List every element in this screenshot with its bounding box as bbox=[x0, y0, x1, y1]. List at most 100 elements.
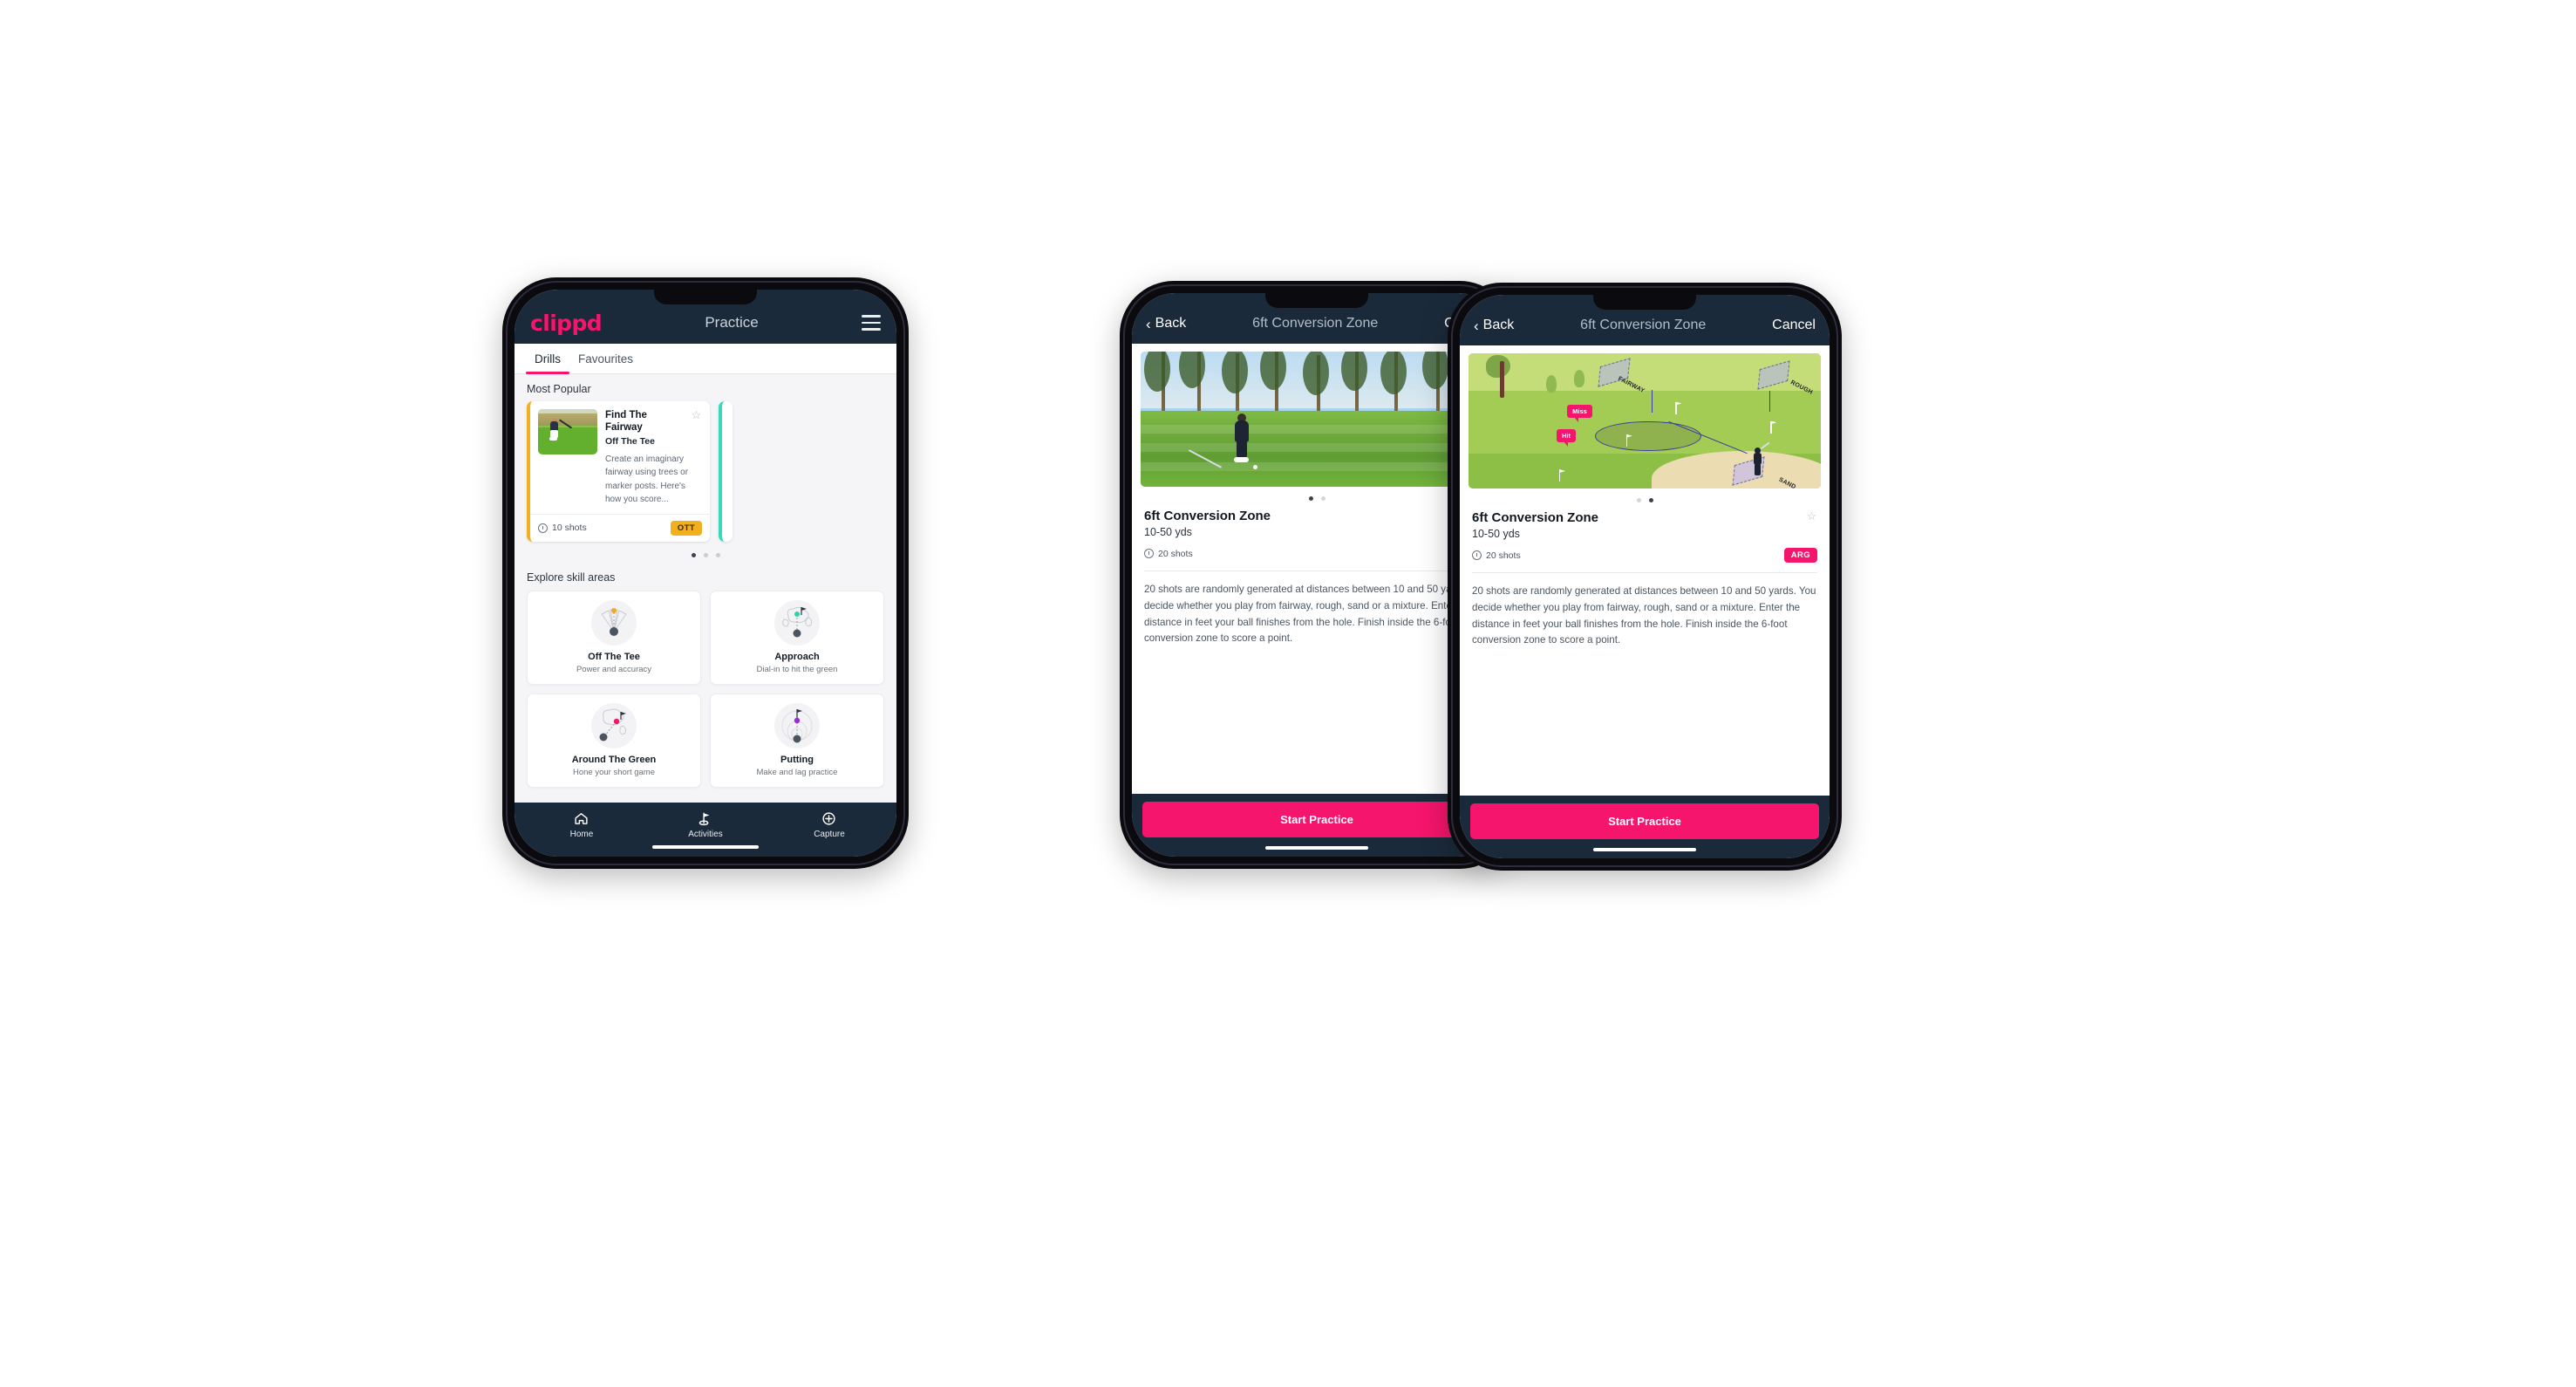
navbar-title: 6ft Conversion Zone bbox=[1252, 316, 1379, 331]
drill-description: Create an imaginary fairway using trees … bbox=[605, 454, 689, 505]
drill-meta: 6ft Conversion Zone 10-50 yds ☆ 20 shots… bbox=[1132, 503, 1502, 561]
skill-card-putting[interactable]: Putting Make and lag practice bbox=[710, 693, 884, 788]
shot-count-label: 20 shots bbox=[1486, 550, 1521, 561]
tab-label: Home bbox=[569, 830, 594, 839]
phone-notch bbox=[654, 290, 757, 304]
clock-icon bbox=[1144, 549, 1154, 558]
back-button[interactable]: ‹ Back bbox=[1146, 316, 1186, 331]
hero-dot-1[interactable] bbox=[1636, 498, 1641, 502]
shot-count-label: 20 shots bbox=[1158, 548, 1193, 559]
drill-hero-illustration[interactable]: FAIRWAY ROUGH SAND Miss Hit bbox=[1469, 353, 1821, 489]
carousel-dot-3[interactable] bbox=[715, 552, 720, 557]
most-popular-heading: Most Popular bbox=[527, 383, 591, 395]
drill-detail-description: 20 shots are randomly generated at dista… bbox=[1472, 585, 1816, 646]
explore-skill-areas-heading: Explore skill areas bbox=[527, 571, 616, 584]
navbar-title: 6ft Conversion Zone bbox=[1580, 318, 1707, 332]
drill-card-info: Find The Fairway Off The Tee ☆ Create an… bbox=[605, 409, 702, 507]
chip-green-icon bbox=[591, 702, 637, 748]
phone-notch bbox=[1265, 293, 1368, 308]
phone-notch bbox=[1593, 295, 1696, 310]
tab-activities[interactable]: Activities bbox=[644, 810, 767, 839]
cta-footer: Start Practice bbox=[1132, 794, 1502, 857]
drill-title: Find The Fairway bbox=[605, 410, 647, 434]
tab-drills[interactable]: Drills bbox=[526, 344, 569, 374]
chevron-left-icon: ‹ bbox=[1474, 317, 1479, 334]
most-popular-carousel[interactable]: Find The Fairway Off The Tee ☆ Create an… bbox=[515, 401, 896, 542]
skill-area-grid: Off The Tee Power and accuracy Approach … bbox=[515, 590, 896, 788]
hero-dot-2[interactable] bbox=[1648, 498, 1653, 502]
tab-label: Activities bbox=[688, 830, 723, 839]
carousel-dot-2[interactable] bbox=[703, 552, 708, 557]
hero-dot-1[interactable] bbox=[1308, 496, 1313, 501]
screenshot-canvas: clippd Practice Drills Favourites Most P… bbox=[0, 0, 2576, 1387]
phone2-screen: ‹ Back 6ft Conversion Zone Cancel bbox=[1132, 293, 1502, 857]
tab-label: Capture bbox=[814, 830, 845, 839]
phone-mockup-drill-detail-diagram: ‹ Back 6ft Conversion Zone Cancel FAIRWA… bbox=[1448, 283, 1842, 871]
plus-circle-icon bbox=[821, 810, 836, 826]
shot-count: 20 shots bbox=[1144, 549, 1193, 559]
star-outline-icon[interactable]: ☆ bbox=[1806, 510, 1817, 522]
back-label: Back bbox=[1155, 316, 1187, 331]
drill-card-next-peek[interactable] bbox=[719, 401, 733, 542]
drill-subtitle: Off The Tee bbox=[605, 435, 655, 447]
drill-hero-photo[interactable] bbox=[1141, 352, 1493, 487]
back-button[interactable]: ‹ Back bbox=[1474, 318, 1514, 333]
tab-strip: Drills Favourites bbox=[515, 344, 896, 374]
skill-name: Off The Tee bbox=[588, 651, 640, 662]
skill-card-off-the-tee[interactable]: Off The Tee Power and accuracy bbox=[527, 590, 701, 685]
clock-icon bbox=[538, 523, 548, 533]
clock-icon bbox=[1472, 550, 1482, 560]
back-label: Back bbox=[1482, 318, 1515, 332]
phone-mockup-practice-list: clippd Practice Drills Favourites Most P… bbox=[502, 277, 909, 869]
hamburger-icon[interactable] bbox=[862, 315, 881, 331]
drill-meta: 6ft Conversion Zone 10-50 yds ☆ 20 shots… bbox=[1460, 505, 1830, 563]
drill-detail-title: 6ft Conversion Zone bbox=[1144, 509, 1271, 523]
pin-hit: Hit bbox=[1557, 428, 1576, 447]
tab-favourites[interactable]: Favourites bbox=[569, 344, 642, 373]
tab-capture[interactable]: Capture bbox=[768, 810, 891, 839]
skill-sub: Hone your short game bbox=[573, 767, 655, 777]
cancel-button[interactable]: Cancel bbox=[1772, 318, 1816, 333]
bottom-tab-bar: Home Activities Capture bbox=[515, 803, 896, 857]
star-outline-icon[interactable]: ☆ bbox=[691, 409, 702, 420]
chevron-left-icon: ‹ bbox=[1146, 315, 1151, 332]
home-indicator bbox=[1593, 848, 1696, 851]
phone1-content: Most Popular Find The Fairway Off The Te… bbox=[515, 374, 896, 803]
phone2-content: 6ft Conversion Zone 10-50 yds ☆ 20 shots… bbox=[1132, 344, 1502, 794]
drill-detail-description: 20 shots are randomly generated at dista… bbox=[1144, 584, 1489, 645]
shot-count: 10 shots bbox=[538, 523, 587, 533]
drill-card-find-the-fairway[interactable]: Find The Fairway Off The Tee ☆ Create an… bbox=[527, 401, 710, 542]
home-icon bbox=[574, 810, 589, 826]
tab-home[interactable]: Home bbox=[521, 810, 644, 839]
start-practice-button[interactable]: Start Practice bbox=[1142, 802, 1491, 837]
skill-name: Approach bbox=[774, 651, 820, 662]
hero-carousel-dots[interactable] bbox=[1132, 487, 1502, 503]
phone3-screen: ‹ Back 6ft Conversion Zone Cancel FAIRWA… bbox=[1460, 295, 1830, 858]
carousel-dots[interactable] bbox=[515, 542, 896, 561]
phone3-content: FAIRWAY ROUGH SAND Miss Hit 6ft Conversi… bbox=[1460, 345, 1830, 796]
status-badge-ott: OTT bbox=[670, 520, 702, 536]
home-indicator bbox=[652, 845, 759, 849]
status-badge-arg: ARG bbox=[1783, 548, 1817, 563]
hero-carousel-dots[interactable] bbox=[1460, 489, 1830, 505]
tee-fan-icon bbox=[591, 599, 637, 646]
golf-flag-icon bbox=[698, 810, 712, 826]
cta-footer: Start Practice bbox=[1460, 796, 1830, 858]
skill-sub: Power and accuracy bbox=[576, 664, 652, 674]
start-practice-button[interactable]: Start Practice bbox=[1470, 803, 1819, 839]
shot-count: 20 shots bbox=[1472, 550, 1521, 561]
drill-card-top: Find The Fairway Off The Tee ☆ Create an… bbox=[530, 401, 710, 514]
phone1-screen: clippd Practice Drills Favourites Most P… bbox=[515, 290, 896, 857]
drill-detail-title: 6ft Conversion Zone bbox=[1472, 510, 1599, 525]
hero-dot-2[interactable] bbox=[1320, 496, 1325, 501]
shot-count-label: 10 shots bbox=[552, 523, 587, 534]
skill-name: Putting bbox=[780, 754, 814, 765]
skill-sub: Dial-in to hit the green bbox=[756, 664, 838, 674]
skill-card-approach[interactable]: Approach Dial-in to hit the green bbox=[710, 590, 884, 685]
skill-card-around-the-green[interactable]: Around The Green Hone your short game bbox=[527, 693, 701, 788]
drill-card-footer: 10 shots OTT bbox=[530, 513, 710, 542]
skill-sub: Make and lag practice bbox=[756, 767, 838, 777]
carousel-dot-1[interactable] bbox=[691, 552, 696, 557]
putting-rings-icon bbox=[774, 702, 820, 748]
pin-miss: Miss bbox=[1567, 404, 1592, 422]
